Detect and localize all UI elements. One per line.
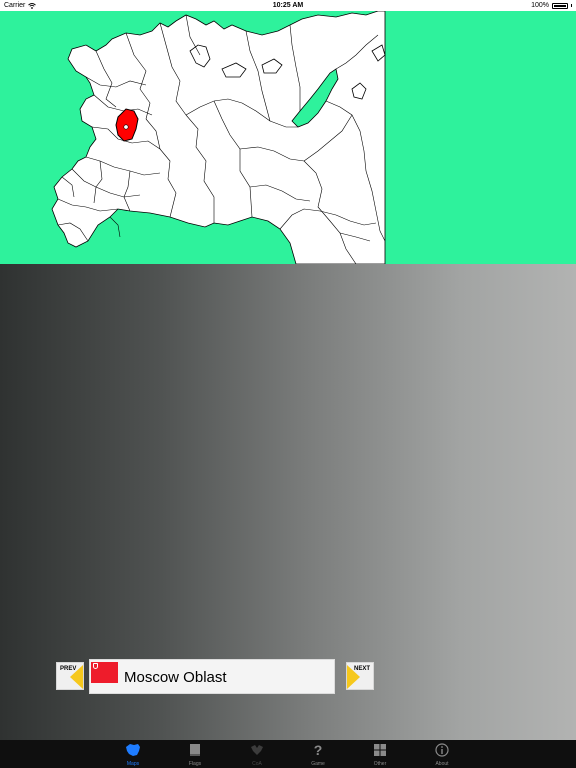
tab-about[interactable]: About xyxy=(422,740,462,768)
prev-button[interactable]: PREV xyxy=(56,662,84,690)
tab-label: Maps xyxy=(126,761,140,767)
svg-text:?: ? xyxy=(314,743,323,757)
flag-icon xyxy=(190,744,200,756)
moscow-city-marker xyxy=(123,124,129,130)
clock: 10:25 AM xyxy=(272,2,304,9)
tab-game[interactable]: ? Game xyxy=(298,740,338,768)
map-view[interactable] xyxy=(0,11,576,264)
tab-flags[interactable]: Flags xyxy=(175,740,215,768)
tab-label: About xyxy=(435,761,449,767)
info-icon xyxy=(435,743,449,757)
status-bar: Carrier 10:25 AM 100% xyxy=(0,0,576,11)
tab-other[interactable]: Other xyxy=(360,740,400,768)
region-name: Moscow Oblast xyxy=(124,669,227,686)
tab-bar: Maps Flags CoA ? Game Other About xyxy=(0,740,576,768)
tab-maps[interactable]: Maps xyxy=(113,740,153,768)
tab-coa[interactable]: CoA xyxy=(237,740,277,768)
next-button[interactable]: NEXT xyxy=(346,662,374,690)
coat-of-arms-icon xyxy=(251,745,263,755)
arrow-left-icon xyxy=(70,665,83,689)
tab-label: CoA xyxy=(252,761,262,767)
russia-regions-map[interactable] xyxy=(0,11,576,264)
tab-label: Other xyxy=(373,761,387,767)
battery-percent: 100% xyxy=(531,2,549,9)
tab-label: Game xyxy=(311,761,325,767)
question-icon: ? xyxy=(314,743,323,757)
battery-indicator: 100% xyxy=(531,2,572,9)
map-icon xyxy=(126,744,140,756)
arrow-right-icon xyxy=(347,665,360,689)
region-name-box: Moscow Oblast xyxy=(89,659,335,694)
grid-icon xyxy=(374,744,386,756)
region-flag-icon xyxy=(91,662,118,683)
tab-label: Flags xyxy=(188,761,202,767)
landmass xyxy=(51,11,386,264)
battery-icon xyxy=(552,2,568,9)
